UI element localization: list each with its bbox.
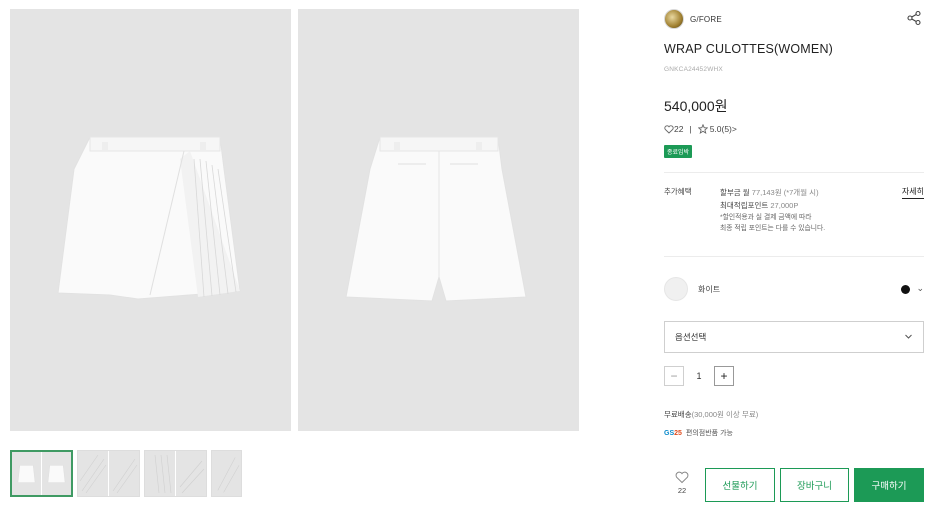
culottes-front-illustration <box>57 136 241 300</box>
product-meta: 22 | 5.0(5)> <box>664 124 737 134</box>
benefit-label: 추가혜택 <box>664 187 692 196</box>
product-price: 540,000원 <box>664 98 728 114</box>
wishlist-count: 22 <box>677 486 687 495</box>
heart-icon <box>675 471 689 484</box>
installment-value: 77,143원 (*7개월 시) <box>751 188 819 197</box>
thumbnail-1-front <box>12 452 42 495</box>
meta-separator: | <box>689 124 692 134</box>
divider <box>664 256 924 257</box>
points-prefix: 최대적립포인트 <box>720 201 771 210</box>
add-to-cart-button[interactable]: 장바구니 <box>780 468 849 502</box>
gs25-logo-num: 25 <box>674 429 682 437</box>
shipping-info: 무료배송(30,000원 이상 무료) <box>664 409 758 420</box>
gs25-logo-text: GS <box>664 429 675 437</box>
chevron-down-icon[interactable]: ⌄ <box>916 283 924 294</box>
brand-name[interactable]: G/FORE <box>690 15 722 24</box>
shipping-note: (30,000원 이상 무료) <box>691 410 759 419</box>
buy-button[interactable]: 구매하기 <box>854 468 924 502</box>
thumbnail-3[interactable] <box>144 450 207 497</box>
thumbnail-2-right <box>109 451 139 496</box>
heart-icon <box>664 124 674 134</box>
option-select[interactable]: 옵션선택 <box>664 321 924 353</box>
wishlist-button[interactable]: 22 <box>672 471 692 495</box>
culottes-back-illustration <box>345 136 527 302</box>
rating-link[interactable]: 5.0(5)> <box>710 124 737 134</box>
color-name: 화이트 <box>698 284 721 294</box>
divider <box>664 172 924 173</box>
thumbnail-3-left <box>145 451 176 496</box>
thumbnail-strip <box>10 450 242 497</box>
gift-button[interactable]: 선물하기 <box>705 468 775 502</box>
quantity-value[interactable]: 1 <box>684 371 714 381</box>
share-icon[interactable] <box>906 10 922 26</box>
shipping-label: 무료배송 <box>664 410 692 419</box>
quantity-stepper: − 1 + <box>664 366 734 386</box>
thumbnail-4-image <box>212 451 241 496</box>
color-row[interactable]: 화이트 ⌄ <box>664 275 924 303</box>
points-note-2: 최종 적립 포인트는 다를 수 있습니다. <box>720 225 826 232</box>
thumbnail-4[interactable] <box>211 450 242 497</box>
star-icon <box>697 124 708 134</box>
status-badge: 종료임박 <box>664 145 693 158</box>
benefit-more-link[interactable]: 자세히 <box>901 186 924 199</box>
thumbnail-2-left <box>78 451 109 496</box>
likes-count: 22 <box>674 124 684 134</box>
product-title: WRAP CULOTTES(WOMEN) <box>664 42 834 56</box>
gs25-logo: GS25 <box>664 430 682 437</box>
installment-prefix: 할부금 월 <box>720 188 752 197</box>
color-swatch[interactable] <box>664 277 688 301</box>
gs25-text: 편의점반품 가능 <box>685 430 733 437</box>
thumbnail-1[interactable] <box>10 450 73 497</box>
thumbnail-2[interactable] <box>77 450 140 497</box>
product-code: GNKCA24452WHX <box>664 66 723 73</box>
product-image-front[interactable] <box>10 9 291 431</box>
installment-line: 할부금 월 77,143원 (*7개월 시) <box>720 186 825 199</box>
benefit-body: 할부금 월 77,143원 (*7개월 시) 최대적립포인트 27,000P *… <box>720 186 825 234</box>
points-line: 최대적립포인트 27,000P <box>720 199 825 212</box>
option-select-label: 옵션선택 <box>675 332 707 342</box>
brand-logo[interactable] <box>664 9 684 29</box>
brand-row: G/FORE <box>664 8 924 30</box>
gs25-return-info: GS25 편의점반품 가능 <box>664 428 733 438</box>
points-value: 27,000P <box>770 201 799 210</box>
thumbnail-1-back <box>42 452 71 495</box>
product-image-back[interactable] <box>298 9 579 431</box>
quantity-decrease-button[interactable]: − <box>664 366 684 386</box>
points-note-1: *할인적용과 실 결제 금액에 따라 <box>720 214 812 221</box>
selected-color-dot[interactable] <box>901 285 910 294</box>
thumbnail-3-right <box>176 451 206 496</box>
chevron-down-icon <box>905 334 912 339</box>
quantity-increase-button[interactable]: + <box>714 366 734 386</box>
product-info-panel: G/FORE WRAP CULOTTES(WOMEN) GNKCA24452WH… <box>664 0 924 512</box>
